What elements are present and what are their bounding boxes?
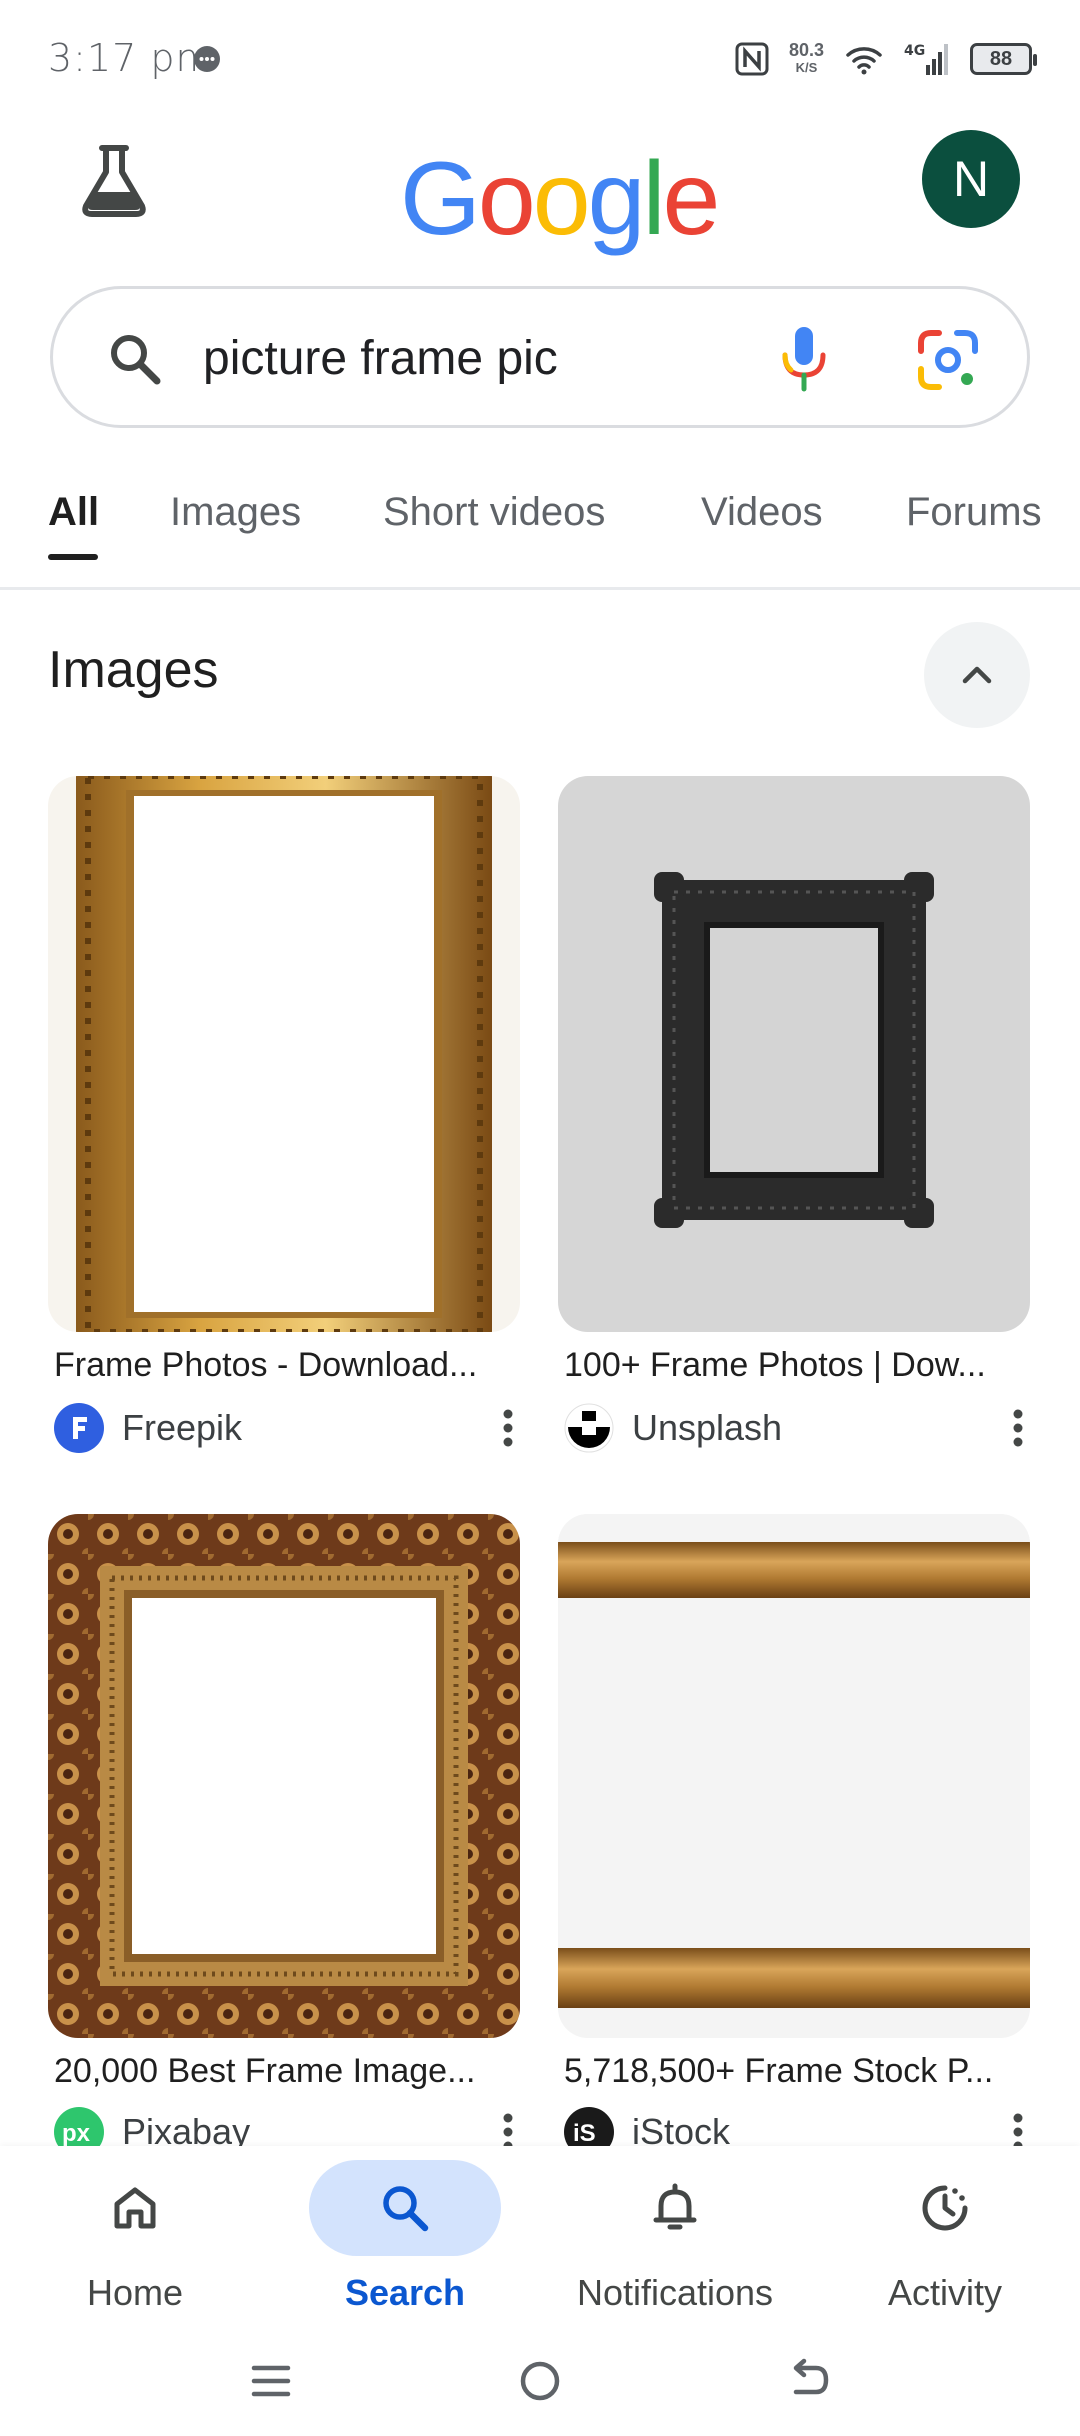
image-result-card[interactable]: Frame Photos - Download... Freepik xyxy=(48,776,520,1456)
svg-text:iS: iS xyxy=(573,2120,596,2146)
tab-videos[interactable]: Videos xyxy=(701,490,823,535)
result-thumbnail[interactable] xyxy=(48,776,520,1332)
network-speed-value: 80.3 xyxy=(788,40,824,60)
svg-text:px: px xyxy=(62,2120,91,2146)
battery-level: 88 xyxy=(989,47,1013,70)
logo-letter: o xyxy=(532,141,591,257)
status-bar: 3:17 pm 80.3 K/S 4G 88 xyxy=(0,0,1080,110)
source-name: Pixabay xyxy=(122,2111,251,2146)
wifi-icon xyxy=(846,47,882,75)
logo-letter: l xyxy=(642,141,665,257)
status-time: 3:17 pm xyxy=(48,36,214,80)
message-notification-icon xyxy=(194,46,220,72)
source-name: Freepik xyxy=(122,1407,243,1448)
images-section-title: Images xyxy=(48,641,219,699)
nav-label: Activity xyxy=(887,2272,1002,2313)
network-type-label: 4G xyxy=(904,43,925,59)
image-result-card[interactable]: 100+ Frame Photos | Dow... Unsplash xyxy=(558,776,1030,1456)
logo-letter: o xyxy=(477,141,536,257)
menu-icon[interactable] xyxy=(246,2356,296,2406)
labs-flask-icon[interactable] xyxy=(72,138,156,222)
microphone-icon[interactable] xyxy=(771,323,837,395)
nav-label: Home xyxy=(86,2272,184,2313)
nav-icon-container xyxy=(39,2160,231,2256)
tab-all[interactable]: All xyxy=(48,490,99,535)
nav-icon-container xyxy=(579,2160,771,2256)
network-speed: 80.3 K/S xyxy=(789,41,824,77)
tab-short-videos[interactable]: Short videos xyxy=(383,490,605,535)
logo-letter: e xyxy=(662,141,721,257)
search-tabs: All Images Short videos Videos Forums xyxy=(0,480,1080,590)
logo-letter: g xyxy=(587,141,646,257)
search-icon xyxy=(383,2186,429,2232)
more-options-icon[interactable] xyxy=(502,2110,514,2146)
bottom-navigation: Home Search Notifications Activity xyxy=(0,2146,1080,2326)
pixabay-px-icon: px xyxy=(62,2120,91,2146)
nav-label: Search xyxy=(344,2272,466,2313)
more-options-icon[interactable] xyxy=(502,1406,514,1450)
status-icons: 80.3 K/S 4G 88 xyxy=(735,34,1037,84)
nav-item-activity[interactable]: Activity xyxy=(810,2146,1080,2326)
active-tab-indicator xyxy=(48,554,98,560)
result-source[interactable]: Freepik xyxy=(54,1402,520,1454)
home-circle-icon[interactable] xyxy=(515,2356,565,2406)
google-lens-icon[interactable] xyxy=(915,327,981,393)
nav-item-home[interactable]: Home xyxy=(0,2146,270,2326)
home-icon xyxy=(114,2187,156,2229)
nav-icon-container xyxy=(309,2160,501,2256)
source-name: Unsplash xyxy=(632,1407,783,1448)
result-thumbnail[interactable] xyxy=(558,1514,1030,2038)
network-speed-unit: K/S xyxy=(795,60,818,75)
result-thumbnail[interactable] xyxy=(558,776,1030,1332)
search-icon xyxy=(111,335,161,385)
result-title[interactable]: 5,718,500+ Frame Stock P... xyxy=(564,2052,1024,2091)
logo-letter: G xyxy=(400,141,481,257)
chevron-up-icon xyxy=(962,666,992,684)
result-title[interactable]: Frame Photos - Download... xyxy=(54,1346,514,1385)
istock-is-icon: iS xyxy=(573,2120,596,2146)
search-input[interactable] xyxy=(203,323,763,393)
result-source[interactable]: iS iStock xyxy=(564,2106,1030,2146)
cellular-signal-icon: 4G xyxy=(904,43,948,75)
result-source[interactable]: px Pixabay xyxy=(54,2106,520,2146)
collapse-section-button[interactable] xyxy=(924,622,1030,728)
unsplash-mark-icon xyxy=(564,1403,614,1453)
battery-indicator: 88 xyxy=(970,43,1037,75)
account-avatar[interactable]: N xyxy=(922,130,1020,228)
more-options-icon[interactable] xyxy=(1012,1406,1024,1450)
result-title[interactable]: 20,000 Best Frame Image... xyxy=(54,2052,514,2091)
system-navigation-bar xyxy=(0,2326,1080,2436)
google-logo: Google xyxy=(400,140,721,259)
tab-images[interactable]: Images xyxy=(170,490,301,535)
bell-icon xyxy=(653,2183,697,2230)
back-icon[interactable] xyxy=(784,2356,834,2406)
freepik-logo-icon xyxy=(54,1403,104,1453)
image-result-card[interactable]: 20,000 Best Frame Image... px Pixabay xyxy=(48,1514,520,2146)
unsplash-logo-icon xyxy=(564,1403,614,1453)
image-result-card[interactable]: 5,718,500+ Frame Stock P... iS iStock xyxy=(558,1514,1030,2146)
tab-forums[interactable]: Forums xyxy=(906,490,1042,535)
nav-label: Notifications xyxy=(576,2272,774,2313)
result-source[interactable]: Unsplash xyxy=(564,1402,1030,1454)
istock-logo-icon: iS xyxy=(564,2107,614,2146)
result-title[interactable]: 100+ Frame Photos | Dow... xyxy=(564,1346,1024,1385)
activity-icon xyxy=(922,2185,968,2231)
nav-icon-container xyxy=(849,2160,1041,2256)
pixabay-logo-icon: px xyxy=(54,2107,104,2146)
freepik-f-icon xyxy=(73,1417,87,1439)
search-bar[interactable] xyxy=(50,286,1030,428)
more-options-icon[interactable] xyxy=(1012,2110,1024,2146)
avatar-initial: N xyxy=(952,151,990,207)
nfc-icon xyxy=(735,42,769,76)
nav-item-search[interactable]: Search xyxy=(270,2146,540,2326)
result-thumbnail[interactable] xyxy=(48,1514,520,2038)
source-name: iStock xyxy=(632,2111,731,2146)
nav-item-notifications[interactable]: Notifications xyxy=(540,2146,810,2326)
